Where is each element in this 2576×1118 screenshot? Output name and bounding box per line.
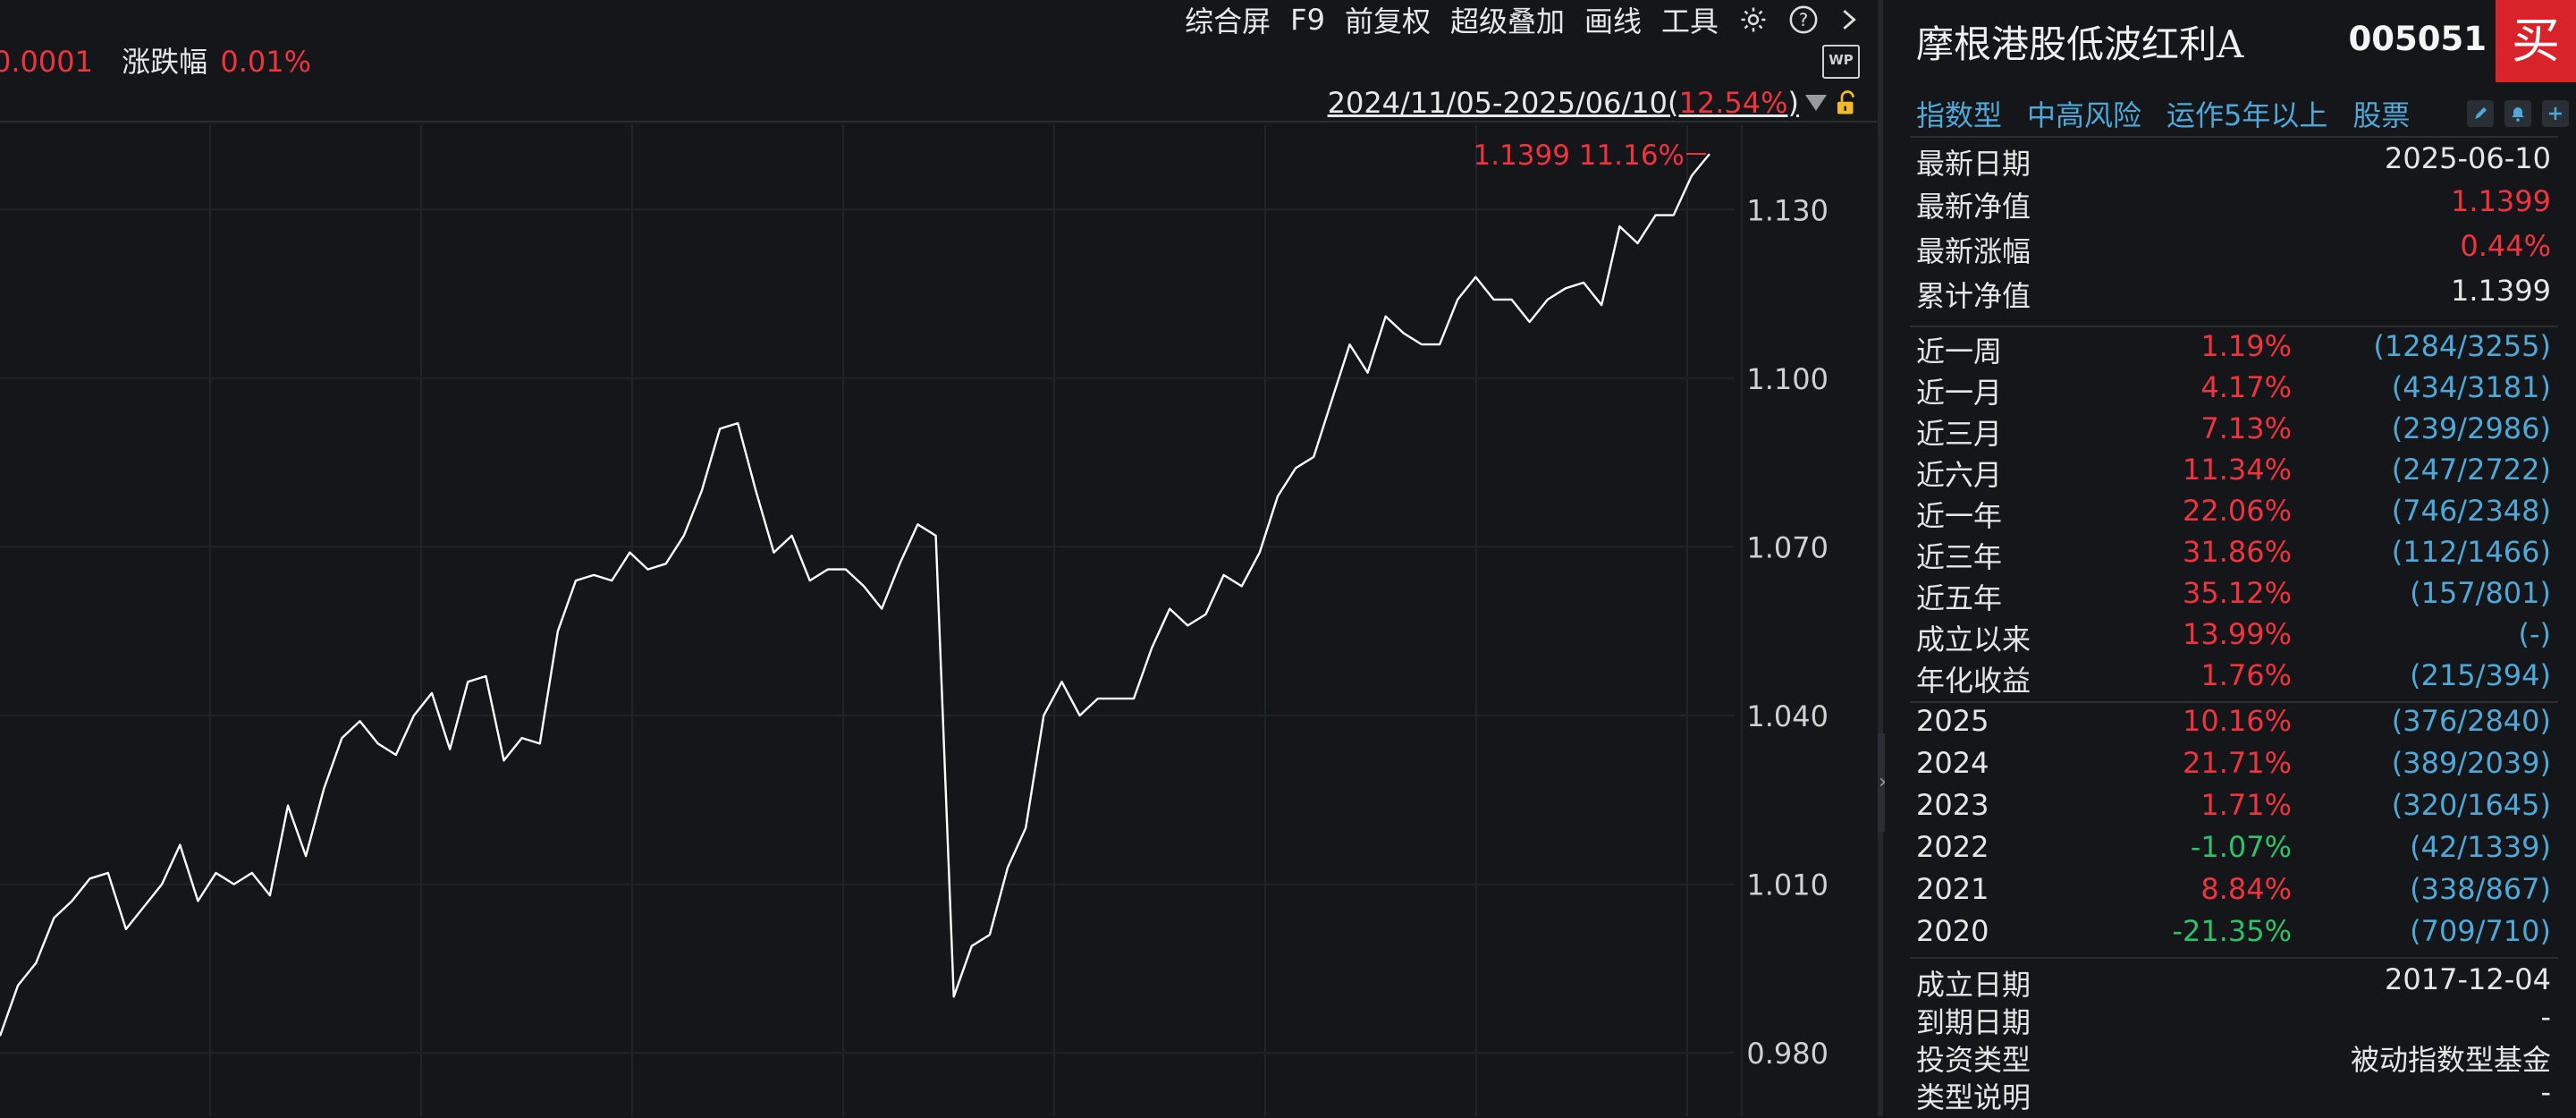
add-icon[interactable] [2542,100,2569,127]
y-tick-label: 1.010 [1746,868,1829,902]
nav-chart-pane[interactable]: 1.130 1.100 1.070 1.040 1.010 0.980 1.1399 11.… [0,0,1878,1116]
fund-tags: 指数型 中高风险 运作5年以上 股票 [1916,93,2410,134]
toolbar-composite-screen[interactable]: 综合屏 [1185,0,1271,40]
divider [1910,701,2558,703]
gear-icon[interactable] [1738,4,1769,35]
y-tick-label: 1.070 [1746,530,1829,564]
details-row: 到期日期 - [1916,1000,2551,1039]
chart-toolbar: 综合屏 F9 前复权 超级叠加 画线 工具 ? [1185,0,1860,39]
fund-name: 摩根港股低波红利A [1916,22,2244,66]
edit-icon[interactable] [2467,100,2494,127]
price-change-value: 0.0001 [0,45,93,79]
tag-asset-class[interactable]: 股票 [2352,93,2410,134]
tag-operating-years[interactable]: 运作5年以上 [2166,93,2327,134]
periods-row: 成立以来 13.99% (-) [1916,617,2551,656]
periods-row: 近三月 7.13% (239/2986) [1916,411,2551,451]
years-row: 2020 -21.35% (709/710) [1916,914,2551,948]
date-range-selector[interactable]: 2024/11/05-2025/06/10(12.54%) [1328,86,1860,120]
periods-row: 近一月 4.17% (434/3181) [1916,370,2551,410]
toolbar-f9[interactable]: F9 [1290,3,1325,37]
years-row: 2023 1.71% (320/1645) [1916,788,2551,822]
years-row: 2022 -1.07% (42/1339) [1916,830,2551,864]
y-tick-label: 1.040 [1746,699,1829,733]
bell-icon[interactable] [2504,100,2531,127]
tag-risk-level[interactable]: 中高风险 [2027,93,2141,134]
last-value-label: 1.1399 11.16% [1473,140,1685,172]
change-pct-label: 涨跌幅 [122,45,208,79]
years-row: 2025 10.16% (376/2840) [1916,704,2551,738]
divider [1910,326,2558,327]
svg-text:?: ? [1799,10,1809,30]
range-return-pct: 12.54% [1678,86,1788,120]
wp-icon[interactable]: WP [1822,45,1860,79]
fund-info-panel: 摩根港股低波红利A 005051 买 指数型 中高风险 运作5年以上 股票 最新… [1885,0,2576,1116]
help-icon[interactable]: ? [1788,4,1819,35]
toolbar-draw-line[interactable]: 画线 [1584,0,1642,40]
date-range-text[interactable]: 2024/11/05-2025/06/10(12.54%) [1328,86,1799,120]
buy-button[interactable]: 买 [2496,0,2576,82]
periods-row: 近三年 31.86% (112/1466) [1916,535,2551,574]
details-row: 成立日期 2017-12-04 [1916,962,2551,1002]
change-pct-value: 0.01% [220,45,311,79]
stats-line: 0.0001 涨跌幅 0.01% [0,39,315,80]
chevron-right-icon[interactable] [1838,4,1860,35]
fund-code: 005051 [2348,20,2487,58]
periods-row: 近一周 1.19% (1284/3255) [1916,329,2551,368]
dropdown-triangle-icon[interactable] [1804,93,1828,113]
y-tick-label: 0.980 [1746,1037,1829,1071]
unlock-icon[interactable] [1833,89,1860,116]
periods-row: 年化收益 1.76% (215/394) [1916,658,2551,698]
fund-action-icons [2467,100,2569,127]
details-row: 类型说明 - [1916,1075,2551,1114]
summary-row-cumulative-nav: 累计净值 1.1399 [1916,274,2551,313]
tag-index-type[interactable]: 指数型 [1916,93,2002,134]
y-tick-label: 1.100 [1746,362,1829,396]
nav-series-line [0,153,1710,1037]
summary-row-latest-change: 最新涨幅 0.44% [1916,229,2551,268]
panel-divider[interactable] [1878,0,1883,1116]
summary-row-latest-nav: 最新净值 1.1399 [1916,184,2551,224]
toolbar-forward-adjust[interactable]: 前复权 [1345,0,1431,40]
toolbar-super-overlay[interactable]: 超级叠加 [1450,0,1565,40]
toolbar-tools[interactable]: 工具 [1661,0,1719,40]
divider [1910,136,2558,138]
divider [1910,957,2558,959]
nav-line-chart[interactable]: 1.130 1.100 1.070 1.040 1.010 0.980 1.1399 11.… [0,0,1878,1116]
years-row: 2024 21.71% (389/2039) [1916,746,2551,780]
periods-row: 近六月 11.34% (247/2722) [1916,453,2551,492]
summary-row-latest-date: 最新日期 2025-06-10 [1916,141,2551,181]
periods-row: 近一年 22.06% (746/2348) [1916,494,2551,533]
y-tick-label: 1.130 [1746,193,1829,227]
periods-row: 近五年 35.12% (157/801) [1916,576,2551,615]
details-row: 投资类型 被动指数型基金 [1916,1043,2551,1077]
years-row: 2021 8.84% (338/867) [1916,872,2551,906]
fund-header: 摩根港股低波红利A 005051 买 [1916,0,2576,89]
